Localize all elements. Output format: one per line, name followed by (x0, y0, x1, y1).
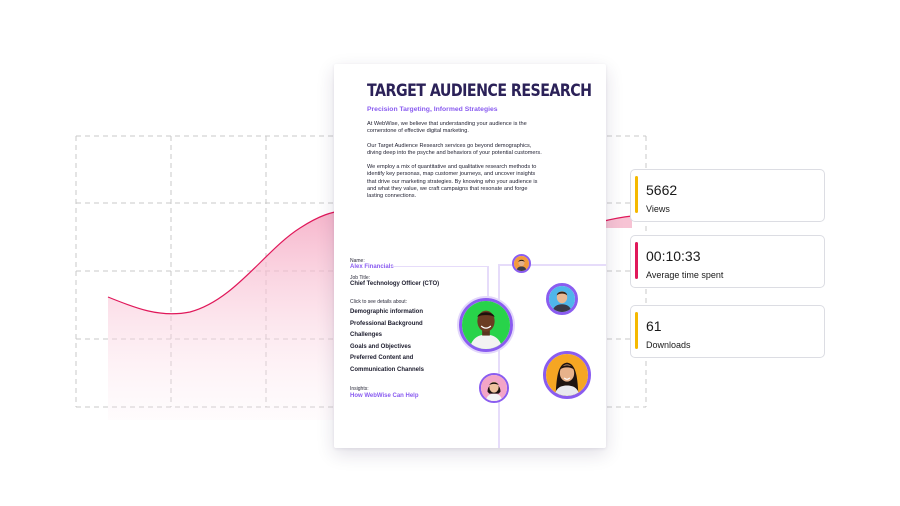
stat-accent-bar (635, 242, 638, 279)
stat-value: 5662 (646, 182, 678, 198)
avatar-woman-orange[interactable] (543, 351, 591, 399)
stat-card-downloads: 61 Downloads (630, 305, 825, 358)
stat-label: Downloads (646, 340, 691, 350)
document-body: At WebWise, we believe that understandin… (367, 121, 542, 208)
insights-label: Insights: (350, 386, 369, 392)
connector-line (487, 266, 489, 300)
detail-item-content[interactable]: Preferred Content and (350, 353, 424, 365)
detail-item-goals[interactable]: Goals and Objectives (350, 342, 424, 354)
chart-area (108, 210, 345, 420)
insights-link[interactable]: How WebWise Can Help (350, 393, 419, 399)
detail-item-demographic[interactable]: Demographic information (350, 307, 424, 319)
connector-line (498, 264, 500, 448)
stat-card-average-time: 00:10:33 Average time spent (630, 235, 825, 288)
job-title-value: Chief Technology Officer (CTO) (350, 281, 440, 287)
stat-label: Views (646, 204, 670, 214)
avatar-man-blue[interactable] (546, 283, 578, 315)
paragraph: Our Target Audience Research services go… (367, 142, 542, 156)
details-label: Click to see details about: (350, 299, 407, 305)
paragraph: We employ a mix of quantitative and qual… (367, 164, 538, 200)
stat-accent-bar (635, 312, 638, 349)
avatar-man-green[interactable] (459, 298, 513, 352)
stat-value: 61 (646, 318, 662, 334)
stat-value: 00:10:33 (646, 248, 701, 264)
document-title: TARGET AUDIENCE RESEARCH (367, 81, 592, 100)
document-subtitle: Precision Targeting, Informed Strategies (367, 106, 498, 113)
paragraph: At WebWise, we believe that understandin… (367, 121, 527, 135)
avatar-man-orange[interactable] (512, 254, 531, 273)
name-value: Alex Financials (350, 264, 394, 270)
stat-card-views: 5662 Views (630, 169, 825, 222)
detail-item-background[interactable]: Professional Background (350, 319, 424, 331)
stat-accent-bar (635, 176, 638, 213)
stat-label: Average time spent (646, 270, 724, 280)
connector-line (392, 266, 488, 267)
details-list: Demographic information Professional Bac… (350, 307, 424, 377)
detail-item-challenges[interactable]: Challenges (350, 330, 424, 342)
detail-item-channels[interactable]: Communication Channels (350, 365, 424, 377)
avatar-woman-pink[interactable] (479, 373, 509, 403)
